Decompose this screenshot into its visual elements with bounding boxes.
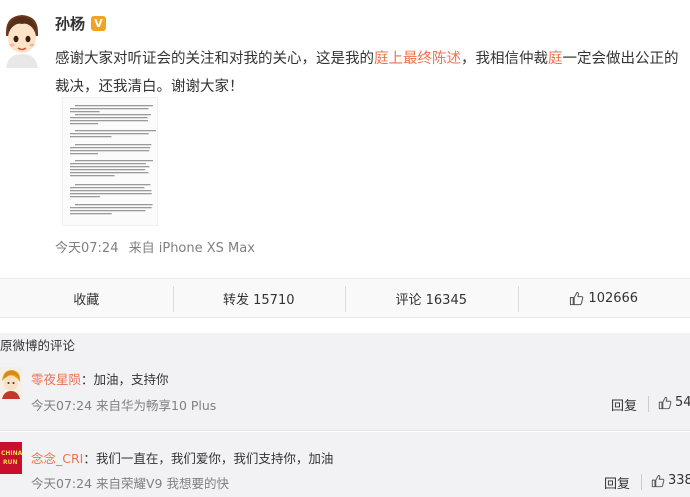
repost-label: 转发 15710 xyxy=(223,292,295,308)
comments-header: 原微博的评论 xyxy=(0,333,690,359)
document-text-line xyxy=(70,166,150,168)
commenter-avatar[interactable]: CHINA RUN xyxy=(0,442,22,474)
comment-label: 评论 16345 xyxy=(395,292,468,308)
favorite-label: 收藏 xyxy=(73,292,100,308)
verified-v-icon: V xyxy=(91,16,107,31)
document-image-thumbnail[interactable] xyxy=(62,97,158,226)
repost-button[interactable]: 转发 15710 xyxy=(172,279,346,317)
comment-meta: 今天07:24 来自荣耀V9 我想要的快 xyxy=(31,476,229,491)
document-text-line xyxy=(70,136,112,138)
comment-like-count: 54 xyxy=(675,395,690,410)
comment-like-count: 338 xyxy=(668,473,690,488)
comment-like-button[interactable]: 338 xyxy=(651,473,690,488)
post-text-part: ，我相信仲裁 xyxy=(461,51,548,67)
comment-like-button[interactable]: 54 xyxy=(658,395,690,410)
document-text-line xyxy=(75,114,151,116)
commenter-name[interactable]: 念念_CRI xyxy=(31,451,83,466)
keyword-link[interactable]: 庭 xyxy=(548,51,563,67)
post-text: 感谢大家对听证会的关注和对我的关心，这是我的庭上最终陈述，我相信仲裁庭一定会做出… xyxy=(55,45,687,101)
document-text-line xyxy=(70,111,100,113)
comment-separator: ： xyxy=(81,372,94,387)
favorite-button[interactable]: 收藏 xyxy=(0,279,173,317)
reply-button[interactable]: 回复 xyxy=(604,473,630,492)
document-text-line xyxy=(70,210,146,212)
comment-meta: 今天07:24 来自华为畅享10 Plus xyxy=(31,398,217,413)
document-text-line xyxy=(75,144,152,146)
like-count: 102666 xyxy=(588,290,639,306)
document-text-line xyxy=(70,190,152,192)
document-text-line xyxy=(70,133,149,135)
author-avatar[interactable] xyxy=(0,10,44,68)
thumbs-up-icon xyxy=(651,474,665,487)
document-text-line xyxy=(70,187,145,189)
divider xyxy=(641,474,642,490)
document-text-line xyxy=(70,193,152,195)
divider xyxy=(648,396,649,412)
document-text-line xyxy=(70,153,99,155)
comment-separator: ： xyxy=(83,451,96,466)
post-meta: 今天07:24 来自 iPhone XS Max xyxy=(55,237,261,256)
document-text-line xyxy=(70,213,112,215)
document-text-line xyxy=(70,123,99,125)
comment-content: 加油，支持你 xyxy=(93,372,169,387)
document-text-line xyxy=(75,184,151,186)
comment-text: 零夜星陨：加油，支持你 xyxy=(31,369,169,388)
post-text-part: 感谢大家对听证会的关注和对我的关心，这是我的 xyxy=(55,51,374,67)
avatar-logo-text: CHINA xyxy=(1,450,22,457)
commenter-name[interactable]: 零夜星陨 xyxy=(31,372,81,387)
document-text-line xyxy=(70,147,151,149)
document-text-line xyxy=(70,175,115,177)
document-text-line xyxy=(75,204,153,206)
hashtag-link[interactable]: 庭上最终陈述 xyxy=(374,51,461,67)
document-text-line xyxy=(70,120,149,122)
commenter-avatar[interactable] xyxy=(0,367,22,399)
document-text-line xyxy=(70,163,146,165)
action-bar: 收藏 转发 15710 评论 16345 102666 xyxy=(0,278,690,318)
post-time[interactable]: 今天07:24 xyxy=(55,241,118,256)
thumbs-up-icon xyxy=(570,291,584,305)
document-text-line xyxy=(70,169,146,171)
document-text-line xyxy=(75,160,153,162)
comment-text: 念念_CRI：我们一直在，我们爱你，我们支持你，加油 xyxy=(31,448,333,467)
document-text-line xyxy=(70,172,149,174)
document-text-line xyxy=(70,108,149,110)
document-text-line xyxy=(75,105,153,107)
comment-content: 我们一直在，我们爱你，我们支持你，加油 xyxy=(95,451,334,466)
thumbs-up-icon xyxy=(658,396,672,409)
comment-item: CHINA RUN 念念_CRI：我们一直在，我们爱你，我们支持你，加油 今天0… xyxy=(0,432,690,497)
author-name[interactable]: 孙杨 xyxy=(55,13,85,34)
like-button[interactable]: 102666 xyxy=(517,279,690,317)
post-source: 来自 iPhone XS Max xyxy=(128,241,255,256)
weibo-post: 孙杨 V 感谢大家对听证会的关注和对我的关心，这是我的庭上最终陈述，我相信仲裁庭… xyxy=(0,0,690,278)
comment-item: 零夜星陨：加油，支持你 今天07:24 来自华为畅享10 Plus 回复 54 xyxy=(0,359,690,431)
avatar-logo-text: RUN xyxy=(3,459,18,466)
document-text-line xyxy=(70,196,100,198)
document-text-line xyxy=(70,207,152,209)
author-row: 孙杨 V xyxy=(55,13,107,34)
comment-button[interactable]: 评论 16345 xyxy=(345,279,518,317)
document-text-line xyxy=(70,150,150,152)
reply-button[interactable]: 回复 xyxy=(611,395,637,414)
document-text-line xyxy=(70,117,148,119)
document-text-line xyxy=(75,130,157,132)
